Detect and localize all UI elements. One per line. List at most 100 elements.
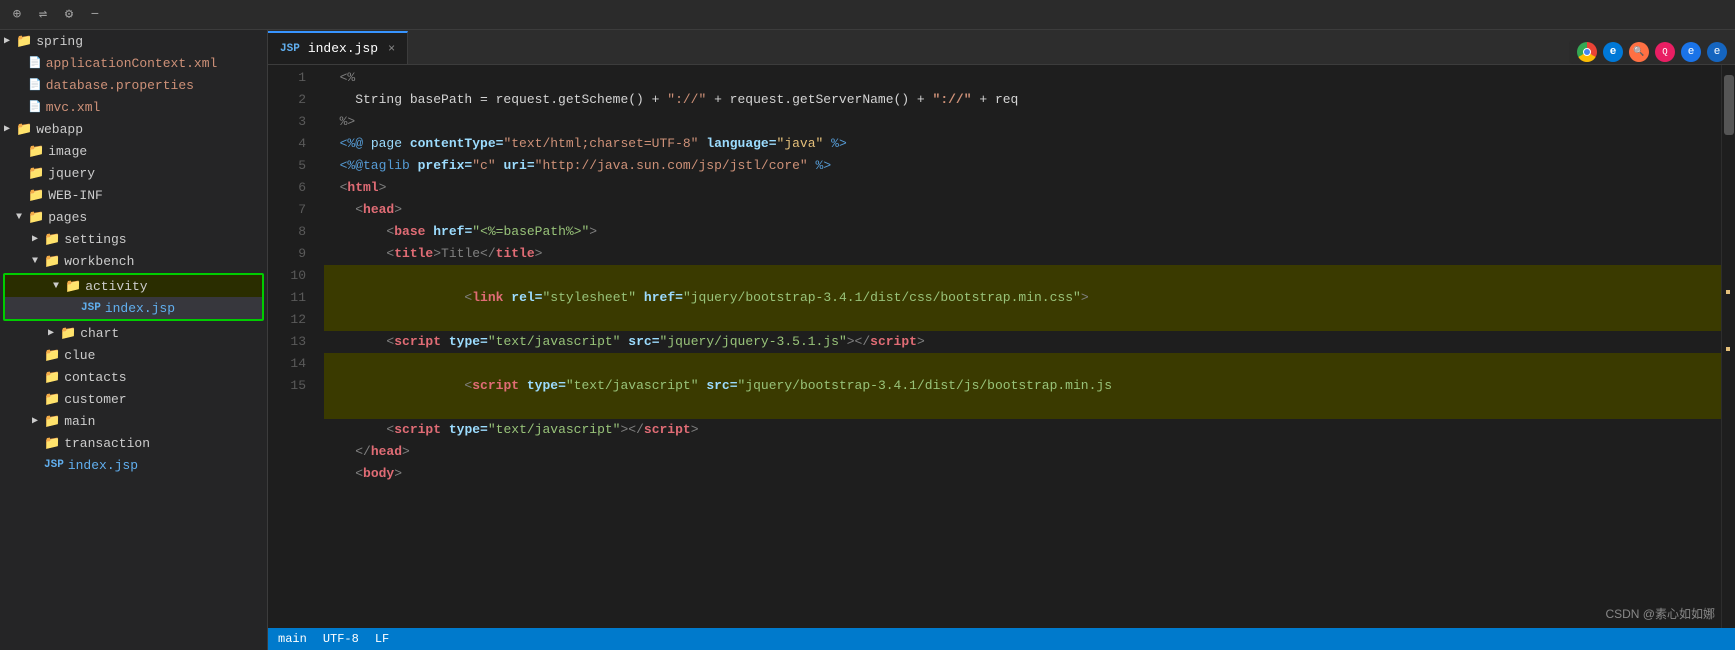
branch-label: main bbox=[278, 632, 307, 646]
settings-icon[interactable]: ⚙ bbox=[60, 6, 78, 24]
token: > bbox=[402, 441, 410, 463]
line-ending-label: LF bbox=[375, 632, 389, 646]
token: script bbox=[394, 331, 441, 353]
code-line-10: <link rel="stylesheet" href="jquery/boot… bbox=[324, 265, 1721, 331]
swap-icon[interactable]: ⇌ bbox=[34, 6, 52, 24]
token: title bbox=[496, 243, 535, 265]
token: %> bbox=[823, 133, 846, 155]
token: > bbox=[535, 243, 543, 265]
sidebar-item-contacts[interactable]: 📁 contacts bbox=[0, 366, 267, 388]
token: "text/javascript" bbox=[488, 419, 621, 441]
jsp-icon: JSP bbox=[44, 459, 64, 471]
sidebar-item-webinf[interactable]: 📁 WEB-INF bbox=[0, 184, 267, 206]
token: href= bbox=[433, 221, 472, 243]
sidebar-item-pages[interactable]: ▼ 📁 pages bbox=[0, 206, 267, 228]
code-line-7: <head> bbox=[324, 199, 1721, 221]
folder-icon: 📁 bbox=[44, 414, 60, 429]
sidebar-item-customer[interactable]: 📁 customer bbox=[0, 388, 267, 410]
sidebar-item-mvc[interactable]: 📄 mvc.xml bbox=[0, 96, 267, 118]
token: %> bbox=[808, 155, 831, 177]
sidebar-item-transaction[interactable]: 📁 transaction bbox=[0, 432, 267, 454]
arrow-icon: ▼ bbox=[16, 212, 26, 223]
token: < bbox=[324, 221, 394, 243]
sidebar-item-applicationcontext[interactable]: 📄 applicationContext.xml bbox=[0, 52, 267, 74]
scrollbar[interactable] bbox=[1721, 65, 1735, 628]
folder-icon: 📁 bbox=[28, 144, 44, 159]
token bbox=[636, 290, 644, 305]
folder-icon: 📁 bbox=[44, 370, 60, 385]
sidebar-item-label: main bbox=[64, 414, 95, 429]
token: <% bbox=[324, 67, 355, 89]
sidebar-item-label: database.properties bbox=[46, 78, 194, 93]
token: rel= bbox=[511, 290, 542, 305]
token: < bbox=[402, 378, 472, 393]
ie-icon[interactable]: e bbox=[1681, 42, 1701, 62]
token: </ bbox=[324, 441, 371, 463]
sidebar-item-index-jsp2[interactable]: JSP index.jsp bbox=[0, 454, 267, 476]
browser-icon-6[interactable]: e bbox=[1707, 42, 1727, 62]
sidebar-item-chart[interactable]: ▶ 📁 chart bbox=[0, 322, 267, 344]
sidebar-item-activity[interactable]: ▼ 📁 activity bbox=[5, 275, 262, 297]
token: "http://java.sun.com/jsp/jstl/core" bbox=[535, 155, 808, 177]
xml-icon: 📄 bbox=[28, 56, 42, 70]
folder-icon: 📁 bbox=[44, 436, 60, 451]
editor-content: 1 2 3 4 5 6 7 8 9 10 11 12 13 14 15 bbox=[268, 65, 1735, 628]
sidebar-item-label: webapp bbox=[36, 122, 83, 137]
browser-icon-3[interactable]: 🔍 bbox=[1629, 42, 1649, 62]
add-icon[interactable]: ⊕ bbox=[8, 6, 26, 24]
token: base bbox=[394, 221, 425, 243]
sidebar-item-image[interactable]: 📁 image bbox=[0, 140, 267, 162]
token bbox=[699, 133, 707, 155]
token: %> bbox=[324, 111, 355, 133]
sidebar-item-spring[interactable]: ▶ 📁 spring bbox=[0, 30, 267, 52]
tab-filename: index.jsp bbox=[308, 41, 378, 56]
token: script bbox=[394, 419, 441, 441]
token: + req bbox=[972, 89, 1019, 111]
edge-icon[interactable]: e bbox=[1603, 42, 1623, 62]
token: "://" bbox=[667, 89, 706, 111]
token: < bbox=[324, 463, 363, 485]
token: "stylesheet" bbox=[542, 290, 636, 305]
browser-icon-4[interactable]: Q bbox=[1655, 42, 1675, 62]
folder-icon: 📁 bbox=[44, 254, 60, 269]
tab-bar: JSP index.jsp × e 🔍 Q e e bbox=[268, 30, 1735, 65]
sidebar-item-workbench[interactable]: ▼ 📁 workbench bbox=[0, 250, 267, 272]
chrome-icon[interactable] bbox=[1577, 42, 1597, 62]
sidebar-item-settings[interactable]: ▶ 📁 settings bbox=[0, 228, 267, 250]
tab-index-jsp[interactable]: JSP index.jsp × bbox=[268, 31, 408, 64]
token: < bbox=[324, 419, 394, 441]
token: "c" bbox=[472, 155, 495, 177]
code-area[interactable]: <% String basePath = request.getScheme()… bbox=[316, 65, 1721, 628]
code-line-14: </head> bbox=[324, 441, 1721, 463]
minimize-icon[interactable]: − bbox=[86, 6, 104, 24]
token: "jquery/bootstrap-3.4.1/dist/css/bootstr… bbox=[683, 290, 1081, 305]
tab-type-label: JSP bbox=[280, 43, 300, 55]
token: "text/javascript" bbox=[488, 331, 621, 353]
sidebar-item-clue[interactable]: 📁 clue bbox=[0, 344, 267, 366]
tab-close-button[interactable]: × bbox=[388, 42, 395, 56]
token: > bbox=[1081, 290, 1089, 305]
token: head bbox=[371, 441, 402, 463]
code-line-12: <script type="text/javascript" src="jque… bbox=[324, 353, 1721, 419]
sidebar-item-index-jsp[interactable]: JSP index.jsp bbox=[5, 297, 262, 319]
token: > bbox=[379, 177, 387, 199]
bottom-bar: main UTF-8 LF bbox=[268, 628, 1735, 650]
folder-icon: 📁 bbox=[44, 232, 60, 247]
sidebar-item-jquery[interactable]: 📁 jquery bbox=[0, 162, 267, 184]
token: link bbox=[472, 290, 503, 305]
token: type= bbox=[449, 419, 488, 441]
sidebar-item-main[interactable]: ▶ 📁 main bbox=[0, 410, 267, 432]
jsp-icon: JSP bbox=[81, 302, 101, 314]
arrow-icon: ▶ bbox=[32, 415, 42, 427]
sidebar-item-webapp[interactable]: ▶ 📁 webapp bbox=[0, 118, 267, 140]
arrow-icon: ▶ bbox=[4, 35, 14, 47]
sidebar-item-label: image bbox=[48, 144, 87, 159]
token: <%@ bbox=[324, 133, 371, 155]
sidebar-item-label: jquery bbox=[48, 166, 95, 181]
arrow-icon: ▶ bbox=[4, 123, 14, 135]
sidebar-item-database[interactable]: 📄 database.properties bbox=[0, 74, 267, 96]
code-line-5: <%@taglib prefix="c" uri="http://java.su… bbox=[324, 155, 1721, 177]
sidebar-item-label: index.jsp bbox=[105, 301, 175, 316]
sidebar-item-label: clue bbox=[64, 348, 95, 363]
token: script bbox=[644, 419, 691, 441]
